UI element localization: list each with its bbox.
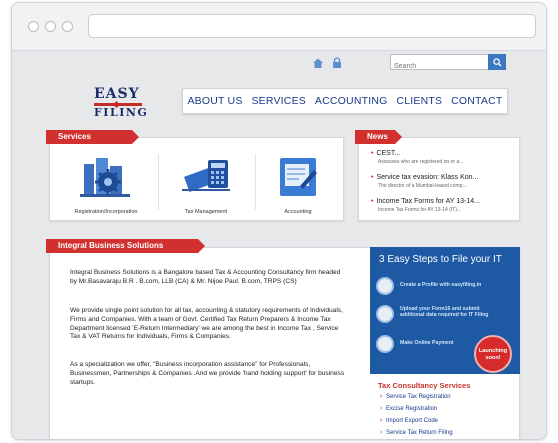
web-page: EASY FILING ABOUT US SERVICES ACCOUNTING…: [12, 51, 546, 439]
ibs-heading: Integral Business Solutions: [46, 239, 205, 253]
service-label: Accounting: [284, 209, 312, 215]
news-summary: Assesses who are registered on or a...: [378, 159, 464, 165]
search-button[interactable]: [488, 54, 506, 70]
news-summary: The director of a Mumbai-based comp...: [378, 183, 467, 189]
service-registration[interactable]: Registration/Incorporation: [62, 154, 150, 215]
calculator-icon: [182, 160, 230, 192]
news-panel: • CEST... Assesses who are registered on …: [358, 137, 520, 221]
step-text: Make Online Payment: [400, 340, 454, 346]
nav-contact[interactable]: CONTACT: [451, 95, 502, 107]
lock-icon[interactable]: [332, 57, 342, 69]
step-text: Upload your Form16 and submit additional…: [400, 306, 489, 318]
upload-icon: [376, 305, 394, 323]
profile-icon: [376, 277, 394, 295]
tax-link[interactable]: Excise Registration: [380, 405, 437, 412]
service-accounting[interactable]: Accounting: [254, 154, 342, 215]
news-headline: CEST...: [376, 150, 401, 157]
tax-link[interactable]: Import Export Code: [380, 417, 438, 424]
step-text: Create a Profile with easyfiling.in: [400, 282, 482, 288]
nav-about-us[interactable]: ABOUT US: [187, 95, 242, 107]
window-minimize-dot[interactable]: [45, 21, 56, 32]
news-item[interactable]: • Service tax evasion: Klass Kon... The d…: [371, 174, 478, 189]
site-logo[interactable]: EASY FILING: [94, 86, 149, 121]
main-nav: ABOUT US SERVICES ACCOUNTING CLIENTS CON…: [182, 88, 508, 114]
nav-accounting[interactable]: ACCOUNTING: [315, 95, 388, 107]
news-summary: Income Tax Forms for AY 13-14 (IT)...: [378, 207, 462, 213]
browser-chrome: [12, 3, 546, 51]
ibs-paragraph: Integral Business Solutions is a Bangalo…: [70, 269, 341, 285]
logo-line2: FILING: [94, 106, 149, 119]
nav-clients[interactable]: CLIENTS: [396, 95, 442, 107]
search-icon: [492, 57, 502, 67]
easy-steps-banner[interactable]: 3 Easy Steps to File your IT Create a Pr…: [370, 247, 520, 374]
gear-buildings-icon: [80, 158, 130, 197]
search-box: [390, 54, 506, 74]
news-item[interactable]: • CEST... Assesses who are registered on …: [371, 150, 463, 165]
news-headline: Income Tax Forms for AY 13-14...: [376, 198, 480, 205]
nav-services[interactable]: SERVICES: [251, 95, 306, 107]
home-icon[interactable]: [312, 57, 324, 69]
news-headline: Service tax evasion: Klass Kon...: [376, 174, 479, 181]
service-label: Tax Management: [184, 209, 228, 215]
services-panel: Registration/Incorporation Tax Managemen…: [49, 137, 344, 221]
logo-line1: EASY: [94, 86, 140, 102]
divider: [158, 154, 159, 210]
window-maximize-dot[interactable]: [62, 21, 73, 32]
tax-consultancy-heading: Tax Consultancy Services: [378, 381, 471, 390]
tax-link[interactable]: Service Tax Return Filing: [380, 429, 453, 436]
address-bar[interactable]: [88, 14, 536, 38]
service-label: Registration/Incorporation: [74, 209, 138, 215]
steps-title: 3 Easy Steps to File your IT: [379, 254, 502, 265]
payment-icon: [376, 335, 394, 353]
services-heading: Services: [46, 130, 139, 144]
news-heading: News: [355, 130, 402, 144]
browser-window: EASY FILING ABOUT US SERVICES ACCOUNTING…: [11, 2, 547, 440]
ibs-paragraph: We provide single point solution for all…: [70, 307, 343, 341]
logo-divider: [94, 103, 142, 106]
search-input[interactable]: [391, 59, 487, 74]
window-close-dot[interactable]: [28, 21, 39, 32]
tax-link[interactable]: Service Tax Registration: [380, 393, 451, 400]
news-item[interactable]: • Income Tax Forms for AY 13-14... Income…: [371, 198, 480, 213]
launching-soon-badge: Launching soon!: [474, 335, 512, 373]
pencil-document-icon: [280, 158, 317, 196]
service-tax-management[interactable]: Tax Management: [162, 154, 250, 215]
ibs-paragraph: As a specialization we offer, "Business …: [70, 361, 345, 386]
